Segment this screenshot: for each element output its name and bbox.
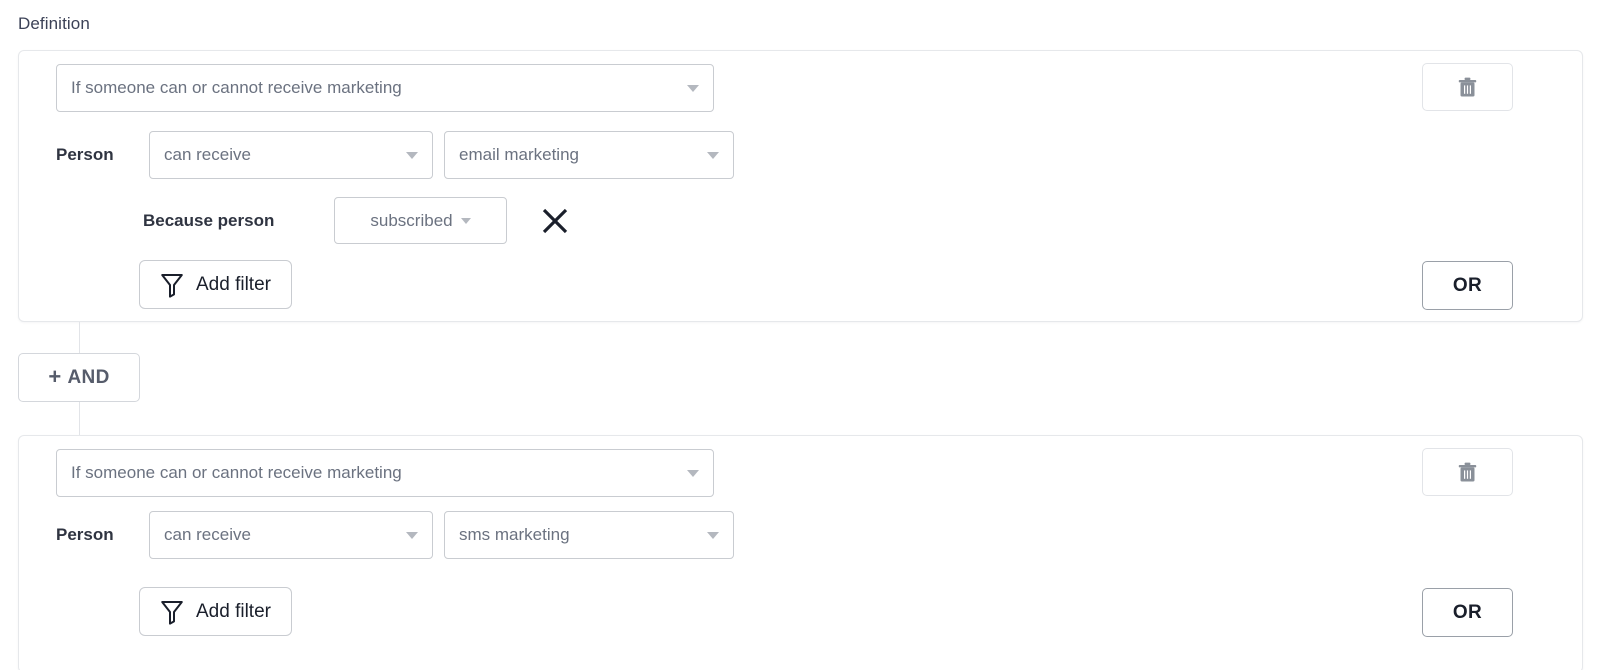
chevron-down-icon [406, 532, 418, 539]
condition-type-value: If someone can or cannot receive marketi… [71, 463, 677, 483]
because-reason-value: subscribed [370, 211, 452, 231]
add-filter-button[interactable]: Add filter [139, 587, 292, 636]
person-operator-select[interactable]: can receive [149, 511, 433, 559]
person-channel-select[interactable]: sms marketing [444, 511, 734, 559]
or-button-label: OR [1453, 602, 1482, 624]
person-operator-select[interactable]: can receive [149, 131, 433, 179]
chevron-down-icon [687, 85, 699, 92]
plus-icon: + [48, 366, 61, 388]
funnel-icon [160, 272, 184, 298]
person-channel-value: sms marketing [459, 525, 697, 545]
condition-card: If someone can or cannot receive marketi… [18, 435, 1583, 670]
delete-condition-button[interactable] [1422, 448, 1513, 496]
condition-type-select[interactable]: If someone can or cannot receive marketi… [56, 64, 714, 112]
chevron-down-icon [707, 152, 719, 159]
add-and-group-button[interactable]: + AND [18, 353, 140, 402]
because-reason-select[interactable]: subscribed [334, 197, 507, 244]
delete-condition-button[interactable] [1422, 63, 1513, 111]
remove-reason-button[interactable] [535, 201, 575, 241]
add-filter-label: Add filter [196, 274, 271, 296]
person-channel-select[interactable]: email marketing [444, 131, 734, 179]
add-and-group-label: AND [68, 367, 110, 389]
trash-icon [1458, 462, 1477, 483]
chevron-down-icon [461, 218, 471, 224]
add-filter-button[interactable]: Add filter [139, 260, 292, 309]
chevron-down-icon [406, 152, 418, 159]
trash-icon [1458, 77, 1477, 98]
condition-type-value: If someone can or cannot receive marketi… [71, 78, 677, 98]
or-button-label: OR [1453, 275, 1482, 297]
definition-builder: Definition If someone can or cannot rece… [0, 0, 1600, 670]
person-operator-value: can receive [164, 525, 396, 545]
chevron-down-icon [707, 532, 719, 539]
person-channel-value: email marketing [459, 145, 697, 165]
person-operator-value: can receive [164, 145, 396, 165]
page-title: Definition [18, 13, 90, 35]
funnel-icon [160, 599, 184, 625]
condition-card: If someone can or cannot receive marketi… [18, 50, 1583, 322]
condition-type-select[interactable]: If someone can or cannot receive marketi… [56, 449, 714, 497]
because-person-label: Because person [143, 211, 274, 231]
chevron-down-icon [687, 470, 699, 477]
close-icon [535, 201, 575, 241]
or-button[interactable]: OR [1422, 588, 1513, 637]
person-row-label: Person [56, 525, 114, 545]
or-button[interactable]: OR [1422, 261, 1513, 310]
add-filter-label: Add filter [196, 601, 271, 623]
person-row-label: Person [56, 145, 114, 165]
